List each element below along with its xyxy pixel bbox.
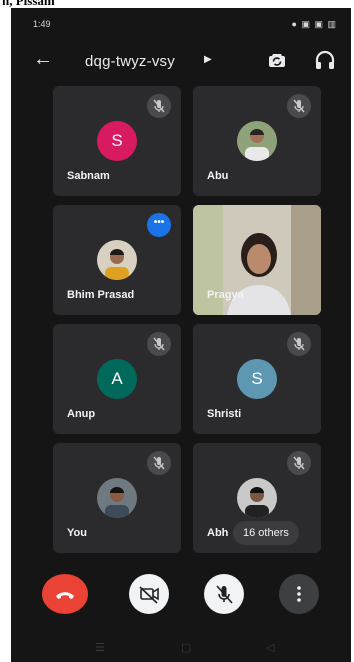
back-button[interactable]: ←	[33, 48, 53, 71]
others-pill[interactable]: 16 others	[233, 521, 299, 545]
participant-tile[interactable]: ••• Bhim Prasad	[53, 205, 181, 315]
camera-off-icon	[139, 586, 159, 604]
more-vertical-icon	[297, 586, 301, 602]
mic-off-icon	[216, 585, 233, 604]
phone-hangup-icon	[56, 592, 74, 599]
participant-name: Sabnam	[67, 170, 110, 182]
participant-tile[interactable]: Abu	[193, 86, 321, 196]
phone-screen: 1:49 ● ▣ ▣ ▥ ← dqg-twyz-vsy ▶ S Sabnam A…	[11, 8, 351, 662]
avatar: A	[97, 359, 137, 399]
participant-tile-self[interactable]: You	[53, 443, 181, 553]
headphones-icon[interactable]	[313, 48, 337, 72]
participant-name: Bhim Prasad	[67, 289, 135, 301]
call-controls	[11, 574, 351, 624]
avatar: S	[237, 359, 277, 399]
caption-strip: n, Pissam	[0, 0, 354, 8]
participant-video-tile[interactable]: Pragya	[193, 205, 321, 315]
end-call-button[interactable]	[42, 574, 88, 614]
caption-text: n, Pissam	[2, 0, 55, 8]
avatar-photo	[97, 240, 137, 280]
system-nav-bar: ☰ ▢ ◁	[11, 634, 351, 662]
avatar: S	[97, 121, 137, 161]
top-bar: ← dqg-twyz-vsy ▶	[11, 44, 351, 78]
participant-name: Shristi	[207, 408, 242, 420]
mic-toggle-button[interactable]	[204, 574, 244, 614]
menu-icon[interactable]: ☰	[95, 641, 105, 654]
participant-tile[interactable]: S Shristi	[193, 324, 321, 434]
status-icons: ● ▣ ▣ ▥	[291, 19, 337, 29]
back-nav-icon[interactable]: ◁	[266, 641, 274, 654]
meeting-code[interactable]: dqg-twyz-vsy	[85, 53, 175, 70]
status-bar: 1:49 ● ▣ ▣ ▥	[11, 8, 351, 42]
mic-off-icon	[147, 332, 171, 356]
participant-name: Abh	[207, 527, 229, 539]
mic-off-icon	[287, 94, 311, 118]
camera-toggle-button[interactable]	[129, 574, 169, 614]
mic-off-icon	[287, 332, 311, 356]
participant-name: Abu	[207, 170, 229, 182]
more-options-button[interactable]	[279, 574, 319, 614]
participant-name: You	[67, 527, 87, 539]
mic-off-icon	[147, 451, 171, 475]
camera-flip-icon[interactable]	[265, 48, 289, 72]
participant-name: Anup	[67, 408, 96, 420]
home-icon[interactable]: ▢	[181, 641, 191, 654]
more-horizontal-icon[interactable]: •••	[147, 213, 171, 237]
participant-tile[interactable]: S Sabnam	[53, 86, 181, 196]
status-time: 1:49	[33, 19, 51, 29]
participant-name: Pragya	[207, 289, 244, 301]
avatar-photo	[237, 478, 277, 518]
caret-right-icon[interactable]: ▶	[204, 54, 212, 65]
participant-tile[interactable]: A Anup	[53, 324, 181, 434]
mic-off-icon	[147, 94, 171, 118]
mic-off-icon	[287, 451, 311, 475]
avatar-photo	[237, 121, 277, 161]
participant-tile[interactable]: Abh 16 others	[193, 443, 321, 553]
avatar-photo	[97, 478, 137, 518]
